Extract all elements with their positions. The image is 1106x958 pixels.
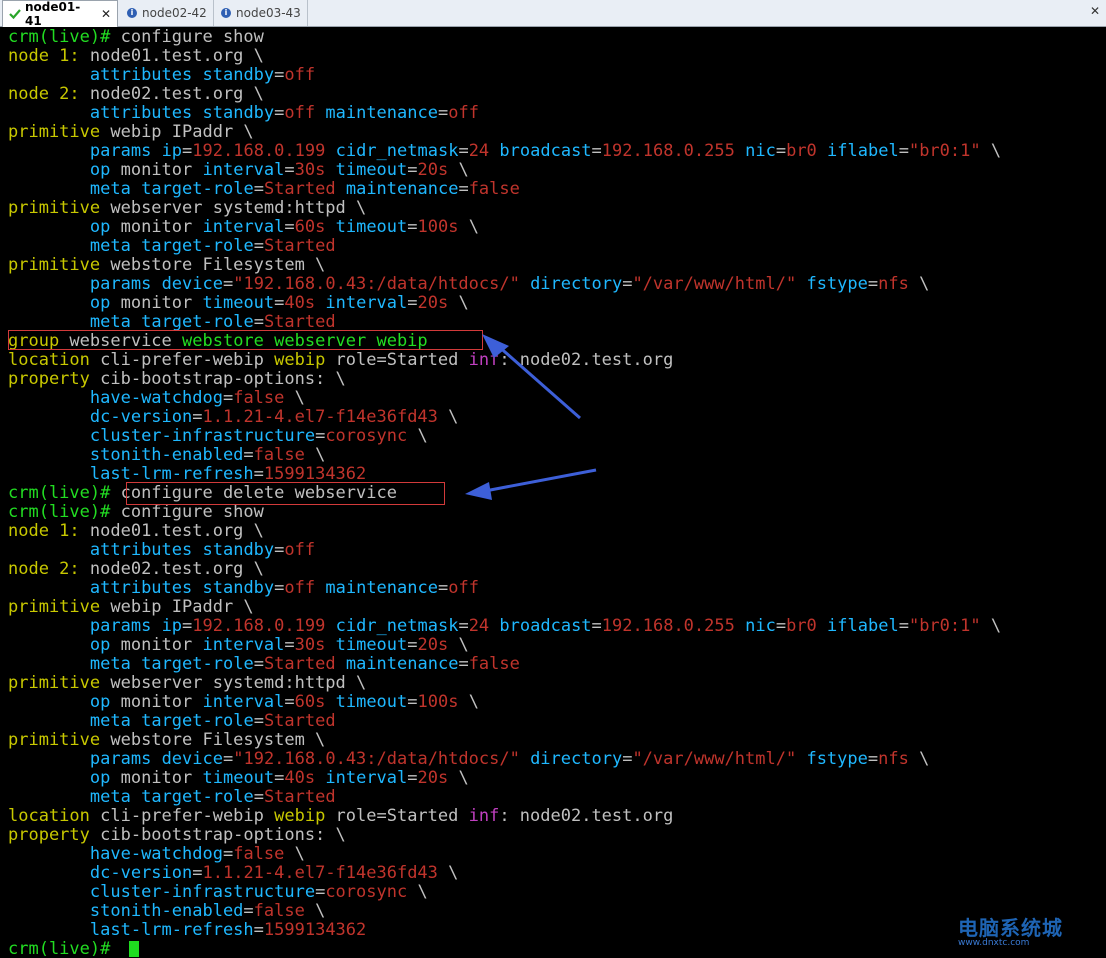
watermark-logo: 电脑系统城 www.dnxtc.com [958,908,1104,956]
tab-label: node02-42 [142,6,207,20]
arrow-head-group [482,334,509,358]
tab-node02-42[interactable]: i node02-42 [120,0,214,26]
watermark-title: 电脑系统城 [958,916,1063,940]
arrow-to-group [496,343,581,420]
tab-label: node01-41 [25,0,81,28]
close-tab-icon[interactable]: ✕ [101,7,111,21]
annotation-arrows [465,334,597,500]
arrow-to-delete [484,468,597,493]
info-icon: i [126,7,138,19]
tab-node03-43[interactable]: i node03-43 [214,0,308,26]
tab-bar: node01-41 ✕ i node02-42 i node03-43 ✕ [0,0,1106,28]
arrow-head-delete [465,482,492,500]
terminal-cursor [129,941,139,957]
info-icon: i [220,7,232,19]
check-icon [9,8,21,20]
terminal-output[interactable]: crm(live)# last-lrm-refresh=1599134362 s… [0,28,1106,958]
tab-node01-41[interactable]: node01-41 ✕ [2,0,118,28]
close-icon[interactable]: ✕ [1090,4,1100,18]
tab-label: node03-43 [236,6,301,20]
watermark-url: www.dnxtc.com [958,938,1030,948]
